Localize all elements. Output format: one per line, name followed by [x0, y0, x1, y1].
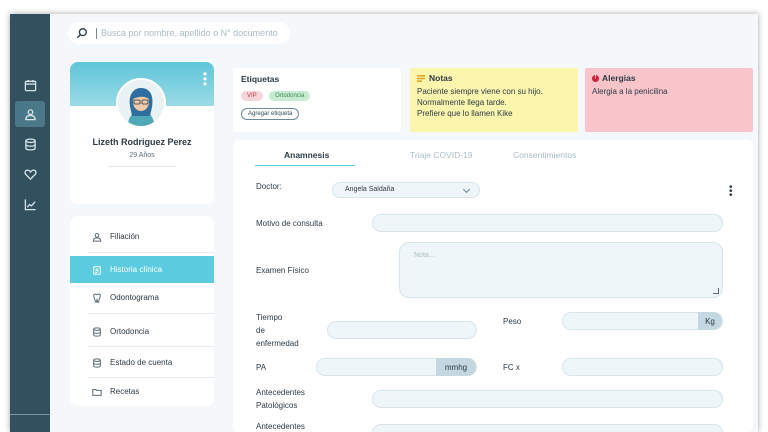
- pa-input[interactable]: mmhg: [316, 358, 477, 376]
- heart-icon: [23, 168, 37, 180]
- peso-unit: Kg: [698, 312, 722, 330]
- database-icon: [24, 137, 36, 151]
- note-icon: [417, 74, 425, 82]
- side-rail: [10, 14, 50, 432]
- motivo-input[interactable]: [372, 214, 723, 232]
- profile-divider: [108, 166, 176, 167]
- doctor-value: Angela Saldaña: [345, 186, 395, 193]
- search-input[interactable]: [101, 28, 281, 38]
- fc-input[interactable]: [562, 358, 723, 376]
- antecedentes-input[interactable]: [372, 424, 723, 432]
- tab-consentimientos[interactable]: Consentimientos: [513, 150, 576, 160]
- menu-item-label: Recetas: [110, 387, 140, 396]
- calendar-icon: [24, 79, 36, 91]
- tab-triaje-covid[interactable]: Triaje COVID-19: [410, 150, 473, 160]
- menu-item-label: Ortodoncia: [110, 327, 150, 336]
- database-icon: [93, 326, 101, 337]
- active-tab-indicator: [255, 165, 355, 166]
- menu-item-odontograma[interactable]: Odontograma: [70, 284, 214, 311]
- tags-title: Etiquetas: [241, 74, 280, 84]
- folder-icon: [92, 388, 102, 396]
- antecedentes-label: Antecedentes: [256, 388, 305, 397]
- rail-calendar-button[interactable]: [15, 72, 45, 98]
- doctor-select[interactable]: Angela Saldaña: [332, 182, 480, 198]
- pa-unit: mmhg: [436, 358, 476, 376]
- rail-database-button[interactable]: [15, 131, 45, 157]
- antecedentes-patologicos-input[interactable]: [372, 390, 723, 408]
- allergies-title: Alergias: [602, 73, 636, 83]
- tiempo-label: de: [256, 326, 265, 335]
- notes-title: Notas: [429, 73, 453, 83]
- record-tabs: Anamnesis Triaje COVID-19 Consentimiento…: [233, 140, 753, 166]
- menu-item-historia-clinica[interactable]: Historia clínica: [70, 256, 214, 283]
- menu-item-ortodoncia[interactable]: Ortodoncia: [70, 318, 214, 345]
- allergy-text: Alergia a la penicilina: [592, 87, 668, 96]
- profile-menu-icon[interactable]: • • •: [202, 68, 208, 90]
- menu-item-label: Filiación: [110, 232, 140, 241]
- patient-age: 29 Años: [129, 152, 155, 159]
- database-icon: [93, 357, 101, 368]
- motivo-label: Motivo de consulta: [256, 219, 323, 228]
- peso-label: Peso: [503, 317, 522, 326]
- chart-icon: [24, 198, 36, 210]
- menu-item-recetas[interactable]: Recetas: [70, 378, 214, 405]
- tooth-icon: [93, 293, 101, 303]
- add-tag-button[interactable]: Agregar etiqueta: [241, 108, 300, 120]
- tag-ortodoncia[interactable]: Ortodoncia: [269, 91, 311, 101]
- menu-divider: [88, 313, 214, 314]
- user-icon: [92, 232, 102, 242]
- tiempo-enfermedad-input[interactable]: [327, 321, 477, 339]
- rail-reports-button[interactable]: [15, 191, 45, 217]
- tags-card: Etiquetas VIP Ortodoncia Agregar etiquet…: [233, 68, 401, 132]
- tab-anamnesis[interactable]: Anamnesis: [284, 150, 329, 160]
- patient-name: Lizeth Rodriguez Perez: [92, 137, 192, 147]
- rail-divider: [10, 414, 50, 415]
- rail-patients-button[interactable]: [15, 101, 45, 127]
- app-window: ••• Lizeth Rodriguez Perez 29 Años Filia…: [10, 14, 758, 432]
- pa-label: PA: [256, 363, 267, 372]
- more-options-icon[interactable]: • • •: [729, 183, 733, 201]
- menu-item-label: Estado de cuenta: [110, 358, 173, 367]
- tag-vip[interactable]: VIP: [241, 91, 263, 101]
- peso-input[interactable]: Kg: [562, 312, 723, 330]
- alert-icon: !: [592, 74, 599, 82]
- user-icon: [24, 108, 36, 120]
- examen-placeholder: Nota...: [414, 252, 435, 259]
- tiempo-label: Tiempo: [256, 313, 283, 322]
- clipboard-icon: [93, 265, 101, 275]
- note-line: Normalmente llega tarde.: [417, 98, 507, 107]
- menu-divider: [88, 346, 214, 347]
- text-cursor: [96, 27, 97, 39]
- notes-card: Notas Paciente siempre viene con su hijo…: [410, 68, 578, 132]
- note-line: Paciente siempre viene con su hijo.: [417, 87, 543, 96]
- doctor-label: Doctor:: [256, 182, 282, 191]
- tiempo-label: enfermedad: [256, 339, 299, 348]
- menu-item-estado-de-cuenta[interactable]: Estado de cuenta: [70, 349, 214, 376]
- search-bar[interactable]: [68, 22, 290, 44]
- avatar: [116, 78, 166, 128]
- chevron-down-icon: [462, 185, 471, 194]
- fc-label: FC x: [503, 363, 520, 372]
- resize-handle[interactable]: [713, 288, 719, 294]
- clinical-record-panel: Anamnesis Triaje COVID-19 Consentimiento…: [233, 140, 753, 432]
- examen-label: Examen Físico: [256, 266, 309, 275]
- allergies-card: ! Alergias Alergia a la penicilina: [585, 68, 753, 132]
- menu-item-label: Odontograma: [110, 293, 159, 302]
- examen-textarea[interactable]: Nota...: [399, 242, 723, 298]
- menu-divider: [88, 252, 214, 253]
- menu-item-filiacion[interactable]: Filiación: [70, 223, 214, 250]
- antecedentes-label: Patológicos: [256, 401, 298, 410]
- menu-item-label: Historia clínica: [110, 265, 163, 274]
- patient-profile-card: • • • Lizeth Rodriguez Perez 29 Años: [70, 62, 214, 204]
- antecedentes-label: Antecedentes: [256, 422, 305, 431]
- rail-favorites-button[interactable]: [15, 161, 45, 187]
- note-line: Prefiere que lo llamen Kike: [417, 109, 513, 118]
- patient-menu: Filiación Historia clínica Odontograma O…: [70, 216, 214, 406]
- search-icon: [76, 28, 87, 39]
